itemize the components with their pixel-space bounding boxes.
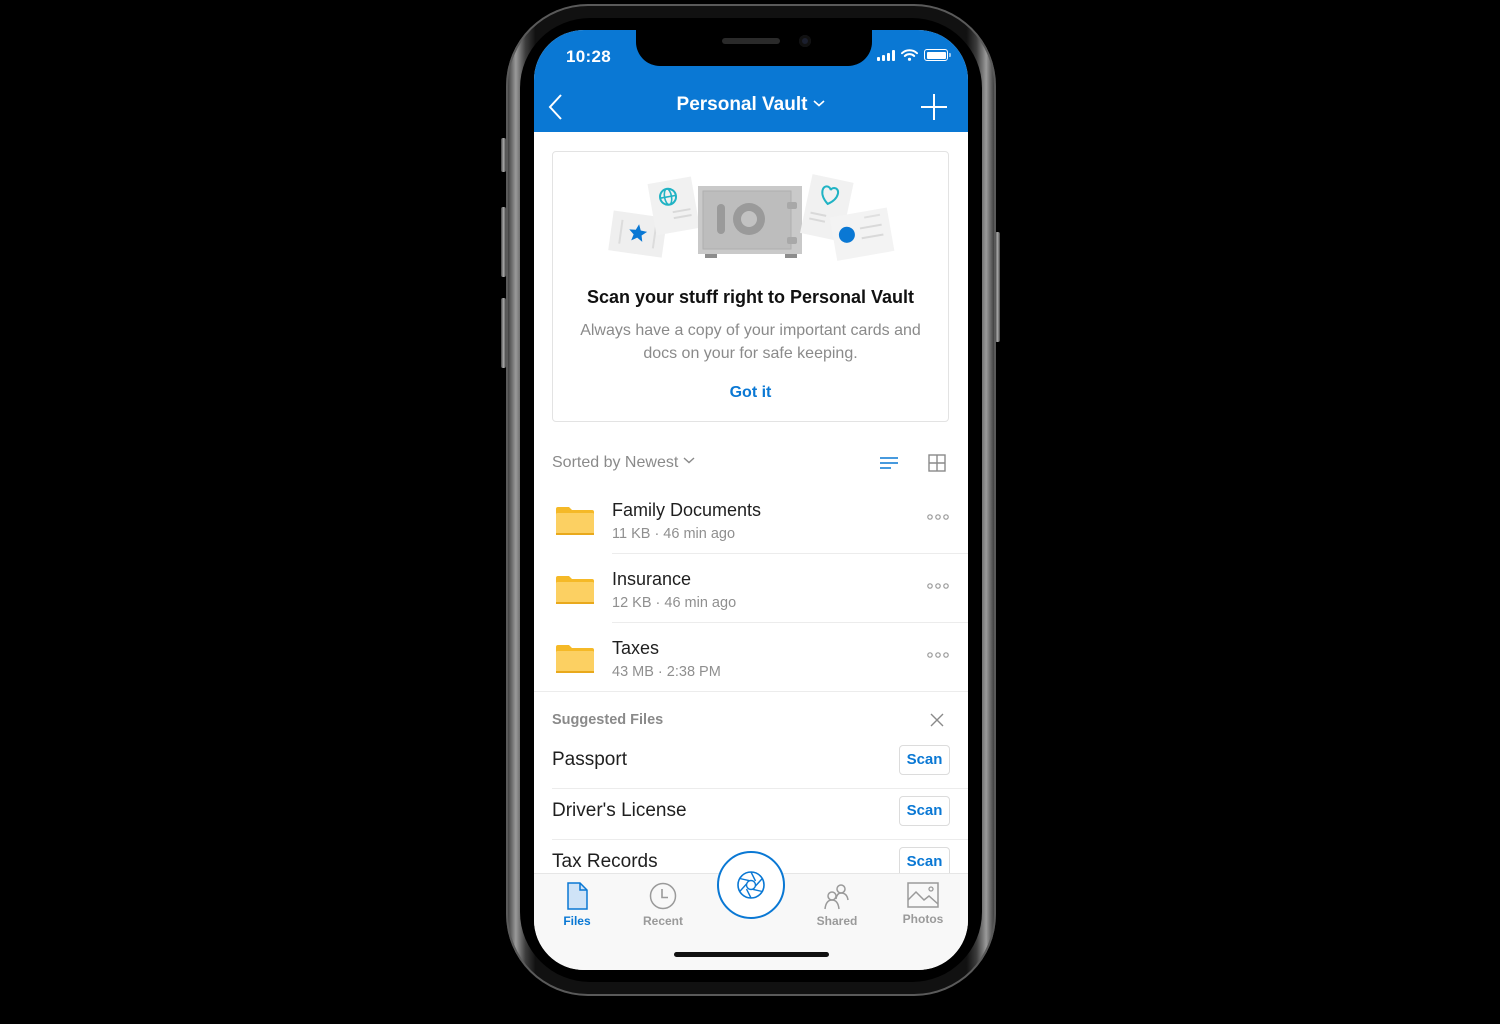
got-it-button[interactable]: Got it bbox=[553, 384, 948, 402]
vault-illustration bbox=[608, 174, 895, 261]
volume-down-button bbox=[501, 298, 506, 368]
tab-photos[interactable]: Photos bbox=[888, 882, 958, 934]
folder-name: Taxes bbox=[612, 638, 660, 658]
suggested-file-name: Passport bbox=[552, 749, 627, 770]
status-icons bbox=[877, 49, 951, 61]
tab-label: Photos bbox=[902, 912, 944, 926]
folder-row[interactable]: Family Documents 11 KB · 46 min ago bbox=[534, 485, 968, 554]
plus-icon[interactable] bbox=[920, 93, 948, 121]
clock-icon bbox=[649, 882, 677, 910]
tab-shared[interactable]: Shared bbox=[802, 882, 872, 934]
front-camera bbox=[799, 35, 811, 47]
folder-icon bbox=[556, 507, 594, 535]
more-options-icon[interactable] bbox=[926, 511, 950, 523]
sort-bar: Sorted by Newest bbox=[552, 453, 950, 475]
folder-row[interactable]: Insurance 12 KB · 46 min ago bbox=[534, 554, 968, 623]
suggested-file-name: Tax Records bbox=[552, 851, 658, 872]
suggested-file-name: Driver's License bbox=[552, 800, 687, 821]
folder-row[interactable]: Taxes 43 MB · 2:38 PM bbox=[534, 623, 968, 692]
suggested-files-header: Suggested Files bbox=[552, 712, 664, 728]
grid-view-icon[interactable] bbox=[928, 454, 946, 472]
suggested-file-row: Driver's License Scan bbox=[552, 789, 968, 840]
mute-switch bbox=[501, 138, 506, 172]
more-options-icon[interactable] bbox=[926, 649, 950, 661]
notch bbox=[636, 30, 872, 66]
camera-shutter-icon bbox=[737, 871, 765, 899]
power-button bbox=[995, 232, 1000, 342]
chevron-down-icon bbox=[683, 457, 695, 464]
sort-label: Sorted by Newest bbox=[552, 454, 679, 471]
page-title: Personal Vault bbox=[676, 94, 808, 115]
folder-meta: 43 MB · 2:38 PM bbox=[612, 664, 721, 680]
folder-icon bbox=[556, 645, 594, 673]
tab-files[interactable]: Files bbox=[542, 882, 612, 934]
file-icon bbox=[567, 882, 588, 910]
divider bbox=[534, 691, 968, 692]
chevron-down-icon bbox=[813, 100, 826, 107]
status-time: 10:28 bbox=[566, 47, 611, 66]
tab-label: Files bbox=[563, 914, 591, 928]
tab-label: Recent bbox=[642, 914, 683, 928]
folder-name: Insurance bbox=[612, 569, 692, 589]
tab-label: Shared bbox=[816, 914, 858, 928]
volume-up-button bbox=[501, 207, 506, 277]
more-options-icon[interactable] bbox=[926, 580, 950, 592]
folder-meta: 11 KB · 46 min ago bbox=[612, 526, 736, 542]
image-icon bbox=[907, 882, 939, 908]
suggested-file-row: Passport Scan bbox=[552, 738, 968, 789]
signal-icon bbox=[877, 49, 895, 61]
folder-name: Family Documents bbox=[612, 500, 762, 520]
app-header: 10:28 Personal Vault bbox=[534, 30, 968, 132]
people-icon bbox=[824, 884, 849, 910]
folder-icon bbox=[556, 576, 594, 604]
tab-recent[interactable]: Recent bbox=[628, 882, 698, 934]
folder-meta: 12 KB · 46 min ago bbox=[612, 595, 737, 611]
promo-card: Scan your stuff right to Personal Vault … bbox=[552, 151, 949, 422]
promo-body: Always have a copy of your important car… bbox=[580, 322, 921, 362]
location-switcher[interactable]: Personal Vault bbox=[534, 94, 968, 116]
wifi-icon bbox=[901, 49, 918, 61]
battery-icon bbox=[924, 49, 951, 61]
promo-title: Scan your stuff right to Personal Vault bbox=[586, 287, 915, 307]
home-indicator[interactable] bbox=[674, 952, 829, 957]
scan-button[interactable]: Scan bbox=[899, 745, 950, 775]
phone-screen: 10:28 Personal Vault Scan your stuff rig… bbox=[534, 30, 968, 970]
scan-button[interactable]: Scan bbox=[899, 796, 950, 826]
camera-scan-button[interactable] bbox=[717, 851, 785, 919]
list-view-icon[interactable] bbox=[879, 455, 899, 471]
speaker-grille bbox=[722, 38, 780, 44]
close-icon[interactable] bbox=[929, 712, 945, 728]
sort-dropdown[interactable]: Sorted by Newest bbox=[552, 454, 695, 472]
